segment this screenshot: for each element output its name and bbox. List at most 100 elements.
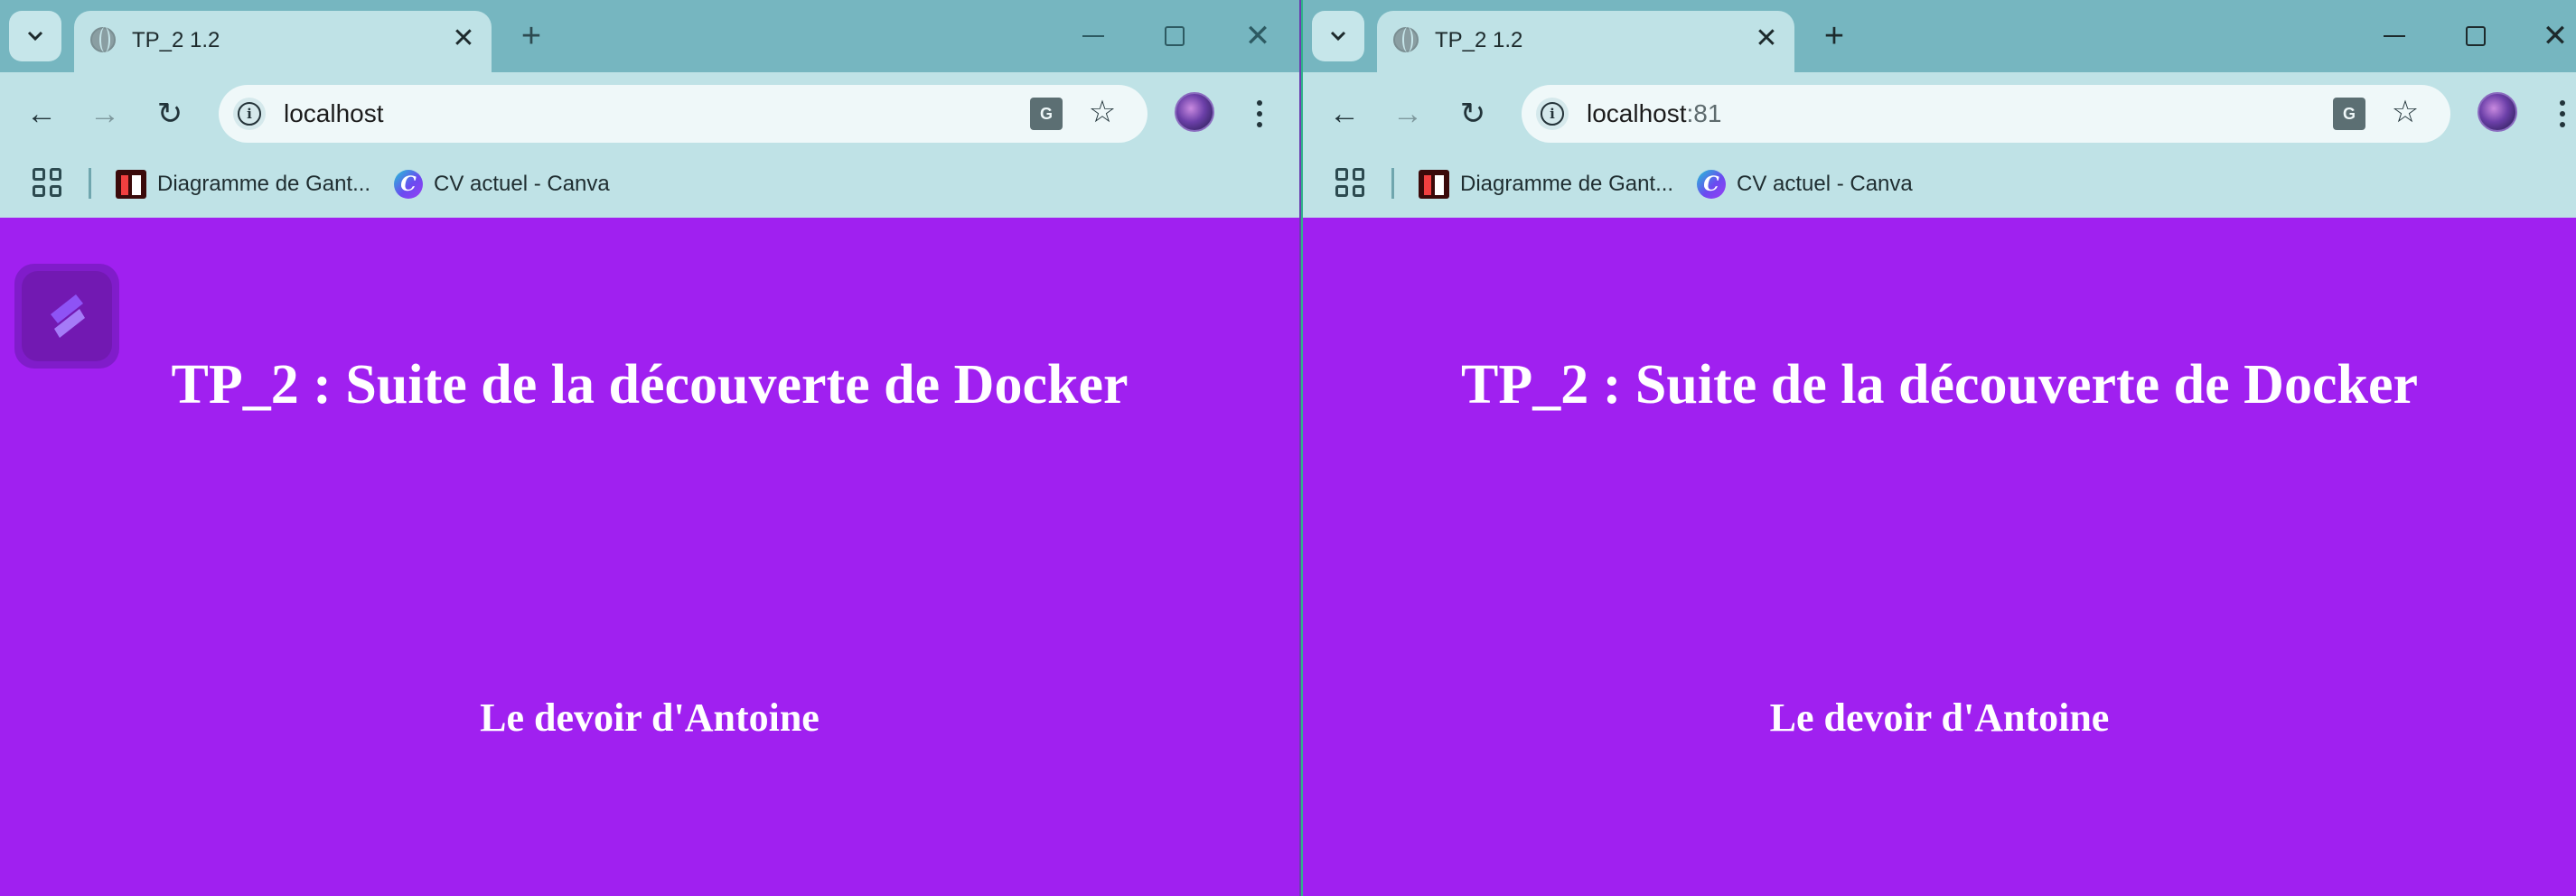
bookmark-label: Diagramme de Gant... <box>1460 172 1674 196</box>
tab-strip: TP_2 1.2 ✕ + ✕ <box>1303 0 2576 72</box>
back-arrow-icon: ← <box>1329 96 1360 131</box>
url-text[interactable]: localhost:81 <box>1587 99 1721 128</box>
url-port: :81 <box>1686 99 1722 127</box>
close-icon: ✕ <box>2542 19 2569 53</box>
tab-active[interactable]: TP_2 1.2 ✕ <box>1377 11 1794 72</box>
close-window-button[interactable]: ✕ <box>1240 18 1276 54</box>
bookmark-star-button[interactable]: ☆ <box>1084 94 1120 130</box>
tab-close-button[interactable]: ✕ <box>1751 23 1782 54</box>
reload-icon: ↻ <box>156 97 183 131</box>
back-button[interactable]: ← <box>1323 92 1366 135</box>
kebab-dot-icon <box>1257 122 1262 127</box>
new-tab-button[interactable]: + <box>1816 18 1852 54</box>
browser-window-left: TP_2 1.2 ✕ + ✕ ← → ↻ i localhost G ☆ Dia… <box>0 0 1301 896</box>
tab-strip: TP_2 1.2 ✕ + ✕ <box>0 0 1299 72</box>
reload-icon: ↻ <box>1459 97 1486 131</box>
gantt-favicon-icon <box>1419 170 1449 199</box>
forward-arrow-icon: → <box>89 96 120 131</box>
apps-grid-icon[interactable] <box>33 168 61 197</box>
navigation-toolbar: ← → ↻ i localhost G ☆ <box>0 72 1299 155</box>
site-info-button[interactable]: i <box>1536 98 1569 130</box>
tab-search-button[interactable] <box>9 11 61 61</box>
globe-icon <box>1393 27 1419 52</box>
maximize-button[interactable] <box>1157 18 1193 54</box>
translate-button[interactable]: G <box>2333 98 2365 130</box>
address-bar[interactable]: i localhost:81 G ☆ <box>1522 85 2450 143</box>
page-heading: TP_2 : Suite de la découverte de Docker <box>171 354 1129 415</box>
bookmark-gantt[interactable]: Diagramme de Gant... <box>1419 166 1673 202</box>
kebab-dot-icon <box>1257 111 1262 117</box>
tab-search-button[interactable] <box>1312 11 1364 61</box>
minimize-icon <box>2384 35 2405 37</box>
bookmarks-separator <box>89 168 91 199</box>
canva-favicon-icon: C <box>1697 170 1726 199</box>
bookmark-canva[interactable]: C CV actuel - Canva <box>1697 166 1913 202</box>
star-icon: ☆ <box>1088 95 1117 129</box>
bookmark-gantt[interactable]: Diagramme de Gant... <box>116 166 370 202</box>
page-subheading: Le devoir d'Antoine <box>1769 695 2110 740</box>
bookmarks-separator <box>1391 168 1394 199</box>
translate-icon: G <box>1039 105 1053 123</box>
bookmark-star-button[interactable]: ☆ <box>2387 94 2423 130</box>
extension-container <box>22 271 112 361</box>
bookmark-label: Diagramme de Gant... <box>157 172 371 196</box>
url-text[interactable]: localhost <box>284 99 384 128</box>
maximize-icon <box>1165 26 1185 46</box>
site-info-button[interactable]: i <box>233 98 266 130</box>
bookmark-label: CV actuel - Canva <box>1737 172 1913 196</box>
close-window-button[interactable]: ✕ <box>2537 18 2573 54</box>
tab-title: TP_2 1.2 <box>132 28 220 52</box>
translate-icon: G <box>2342 105 2356 123</box>
kebab-dot-icon <box>2560 122 2565 127</box>
reload-button[interactable]: ↻ <box>148 92 192 135</box>
page-subheading: Le devoir d'Antoine <box>480 695 820 740</box>
address-bar[interactable]: i localhost G ☆ <box>219 85 1147 143</box>
bookmark-canva[interactable]: C CV actuel - Canva <box>394 166 610 202</box>
minimize-icon <box>1082 35 1104 37</box>
forward-arrow-icon: → <box>1392 96 1423 131</box>
bookmarks-bar: Diagramme de Gant... C CV actuel - Canva <box>0 155 1299 215</box>
navigation-toolbar: ← → ↻ i localhost:81 G ☆ <box>1303 72 2576 155</box>
close-icon: ✕ <box>1244 19 1271 53</box>
extension-logo-icon <box>51 294 85 338</box>
chevron-down-icon <box>1330 31 1346 42</box>
floating-extension-button[interactable] <box>14 264 119 369</box>
url-host: localhost <box>1587 99 1687 127</box>
back-button[interactable]: ← <box>20 92 63 135</box>
tab-close-button[interactable]: ✕ <box>448 23 479 54</box>
menu-button[interactable] <box>1251 92 1269 135</box>
browser-chrome: TP_2 1.2 ✕ + ✕ ← → ↻ i localhost G ☆ Dia… <box>0 0 1299 219</box>
forward-button[interactable]: → <box>1386 92 1429 135</box>
globe-icon <box>90 27 116 52</box>
menu-button[interactable] <box>2553 92 2571 135</box>
info-icon: i <box>238 102 261 126</box>
page-content: TP_2 : Suite de la découverte de Docker … <box>1303 218 2576 896</box>
minimize-button[interactable] <box>2376 18 2412 54</box>
kebab-dot-icon <box>1257 100 1262 106</box>
tab-title: TP_2 1.2 <box>1435 28 1523 52</box>
maximize-icon <box>2466 26 2486 46</box>
forward-button[interactable]: → <box>83 92 126 135</box>
bookmark-label: CV actuel - Canva <box>434 172 610 196</box>
chevron-down-icon <box>27 31 43 42</box>
translate-button[interactable]: G <box>1030 98 1063 130</box>
url-host: localhost <box>284 99 384 127</box>
maximize-button[interactable] <box>2458 18 2494 54</box>
page-heading: TP_2 : Suite de la découverte de Docker <box>1461 354 2418 415</box>
tab-active[interactable]: TP_2 1.2 ✕ <box>74 11 492 72</box>
kebab-dot-icon <box>2560 111 2565 117</box>
page-content: TP_2 : Suite de la découverte de Docker … <box>0 218 1299 896</box>
new-tab-button[interactable]: + <box>513 18 549 54</box>
canva-favicon-icon: C <box>394 170 423 199</box>
reload-button[interactable]: ↻ <box>1451 92 1494 135</box>
info-icon: i <box>1541 102 1564 126</box>
bookmarks-bar: Diagramme de Gant... C CV actuel - Canva <box>1303 155 2576 215</box>
profile-avatar[interactable] <box>2478 92 2517 132</box>
browser-window-right: TP_2 1.2 ✕ + ✕ ← → ↻ i localhost:81 G ☆ <box>1301 0 2576 896</box>
profile-avatar[interactable] <box>1175 92 1214 132</box>
back-arrow-icon: ← <box>26 96 57 131</box>
minimize-button[interactable] <box>1075 18 1111 54</box>
apps-grid-icon[interactable] <box>1335 168 1364 197</box>
gantt-favicon-icon <box>116 170 146 199</box>
browser-chrome: TP_2 1.2 ✕ + ✕ ← → ↻ i localhost:81 G ☆ <box>1303 0 2576 219</box>
